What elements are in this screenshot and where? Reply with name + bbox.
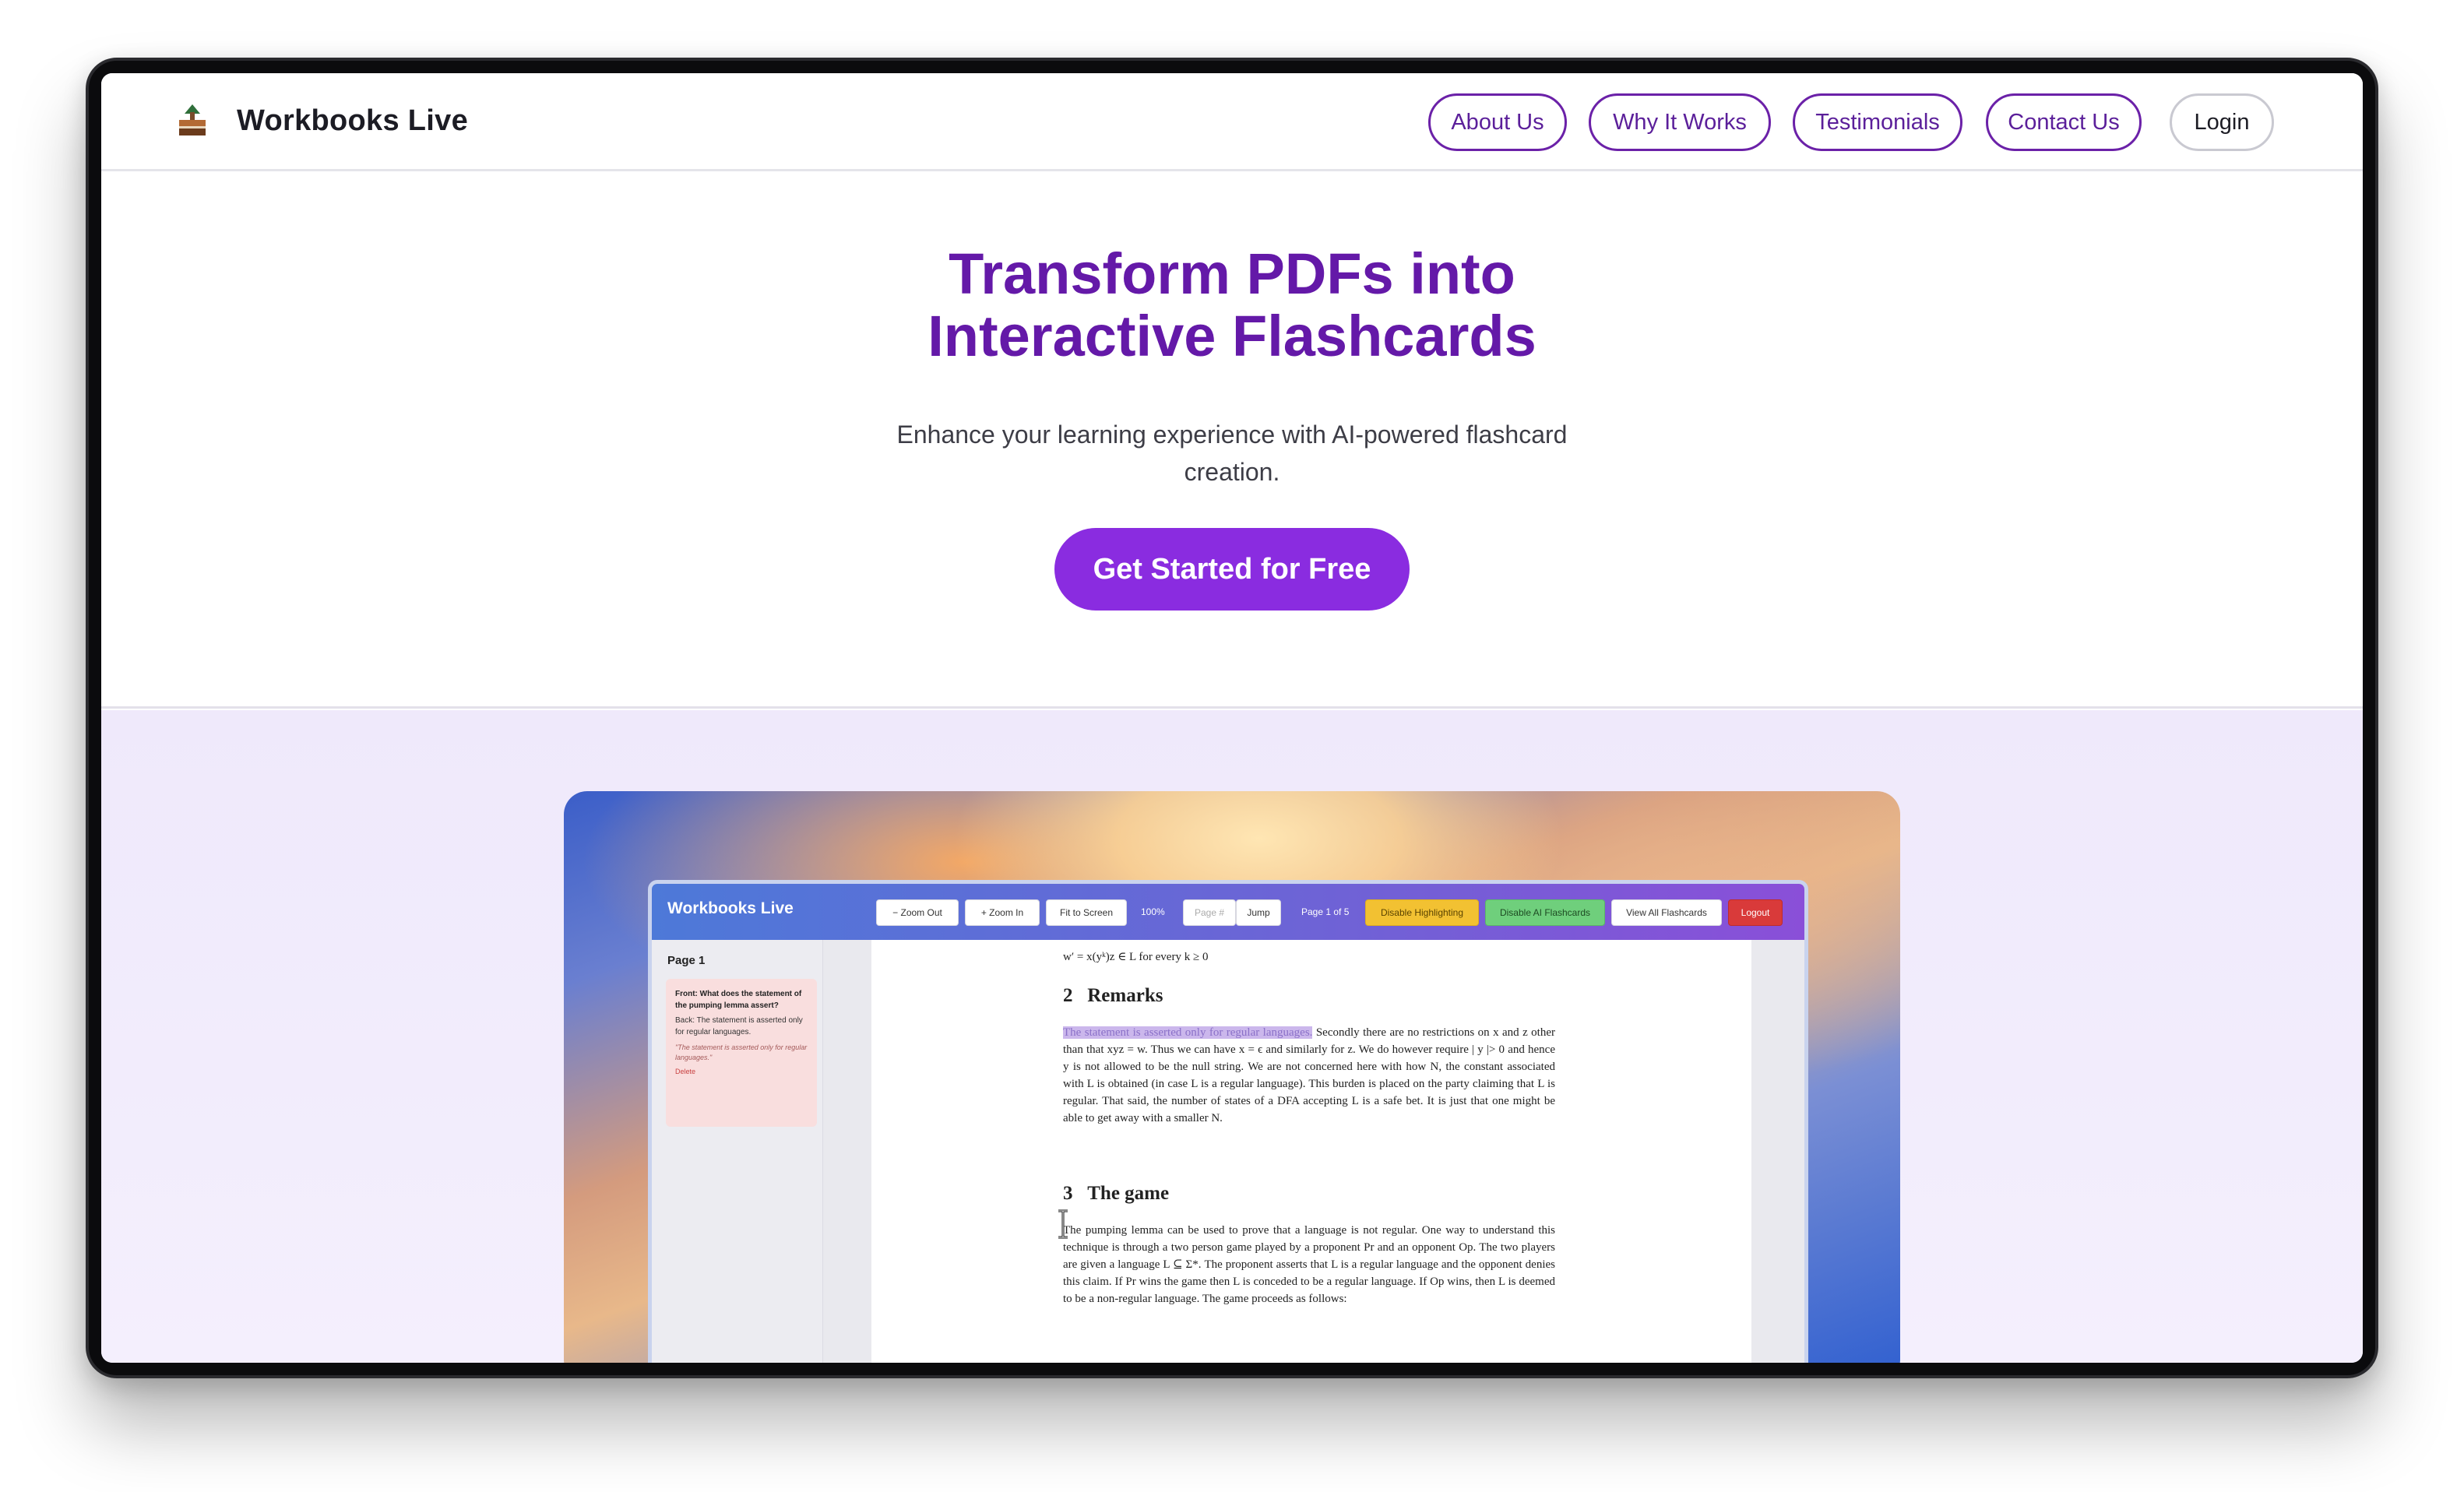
flashcard-sidebar: Page 1 Front: What does the statement of…	[652, 940, 823, 1363]
pdf-page: w′ = x(yᵏ)z ∈ L for every k ≥ 0 2 Remark…	[871, 940, 1751, 1363]
flashcard-quote: "The statement is asserted only for regu…	[675, 1043, 808, 1061]
logout-button[interactable]: Logout	[1728, 899, 1783, 926]
section-3-paragraph[interactable]: The pumping lemma can be used to prove t…	[1063, 1222, 1555, 1307]
flashcard-back: Back: The statement is asserted only for…	[675, 1016, 803, 1036]
app-title: Workbooks Live	[667, 899, 794, 917]
hero-title: Transform PDFs into Interactive Flashcar…	[101, 243, 2363, 368]
flashcard[interactable]: Front: What does the statement of the pu…	[666, 979, 817, 1127]
pdf-formula-line: w′ = x(yᵏ)z ∈ L for every k ≥ 0	[1063, 951, 1209, 963]
login-button[interactable]: Login	[2170, 93, 2274, 151]
flashcard-front: Front: What does the statement of the pu…	[675, 990, 802, 1010]
hero-subtitle-line1: Enhance your learning experience with AI…	[896, 421, 1568, 449]
brand-name[interactable]: Workbooks Live	[237, 104, 468, 138]
hero-title-line2: Interactive Flashcards	[928, 304, 1536, 368]
nav-contact-us[interactable]: Contact Us	[1986, 93, 2142, 151]
disable-ai-flashcards-button[interactable]: Disable AI Flashcards	[1485, 899, 1605, 926]
nav-why-it-works[interactable]: Why It Works	[1589, 93, 1771, 151]
section-2-paragraph[interactable]: The statement is asserted only for regul…	[1063, 1024, 1555, 1127]
site-header: Workbooks Live About Us Why It Works Tes…	[101, 73, 2363, 171]
hero-title-line1: Transform PDFs into	[949, 241, 1515, 306]
zoom-in-button[interactable]: + Zoom In	[965, 899, 1040, 926]
sidebar-page-label: Page 1	[667, 954, 706, 967]
flashcard-delete-link[interactable]: Delete	[675, 1068, 808, 1075]
app-toolbar: Workbooks Live − Zoom Out + Zoom In Fit …	[652, 884, 1804, 940]
section-3-text: The pumping lemma can be used to prove t…	[1063, 1224, 1555, 1305]
jump-button[interactable]: Jump	[1236, 899, 1281, 926]
hero-subtitle: Enhance your learning experience with AI…	[880, 416, 1584, 491]
zoom-out-button[interactable]: − Zoom Out	[876, 899, 959, 926]
zoom-level: 100%	[1141, 906, 1165, 917]
text-cursor-icon	[1058, 1209, 1068, 1239]
app-screenshot: Workbooks Live − Zoom Out + Zoom In Fit …	[564, 791, 1900, 1363]
disable-highlighting-button[interactable]: Disable Highlighting	[1365, 899, 1479, 926]
view-all-flashcards-button[interactable]: View All Flashcards	[1611, 899, 1722, 926]
section-3-title: The game	[1087, 1183, 1170, 1204]
nav-about-us[interactable]: About Us	[1428, 93, 1567, 151]
get-started-button[interactable]: Get Started for Free	[1054, 528, 1410, 611]
highlighted-text[interactable]: The statement is asserted only for regul…	[1063, 1026, 1313, 1039]
hero-subtitle-line2: creation.	[1184, 458, 1280, 486]
section-3-heading: 3 The game	[1063, 1183, 1169, 1205]
nav-testimonials[interactable]: Testimonials	[1793, 93, 1962, 151]
pdf-viewer: w′ = x(yᵏ)z ∈ L for every k ≥ 0 2 Remark…	[823, 940, 1804, 1363]
fit-to-screen-button[interactable]: Fit to Screen	[1046, 899, 1127, 926]
section-2-number: 2	[1063, 985, 1073, 1006]
section-2-heading: 2 Remarks	[1063, 985, 1163, 1007]
section-2-text: Secondly there are no restrictions on x …	[1063, 1026, 1555, 1124]
page-number-input[interactable]: Page #	[1183, 899, 1236, 926]
page-indicator: Page 1 of 5	[1301, 906, 1350, 917]
logo-icon[interactable]	[174, 103, 210, 139]
section-2-title: Remarks	[1087, 985, 1163, 1006]
section-3-number: 3	[1063, 1183, 1073, 1204]
app-window: Workbooks Live − Zoom Out + Zoom In Fit …	[648, 880, 1808, 1363]
browser-screen: Workbooks Live About Us Why It Works Tes…	[101, 73, 2363, 1363]
